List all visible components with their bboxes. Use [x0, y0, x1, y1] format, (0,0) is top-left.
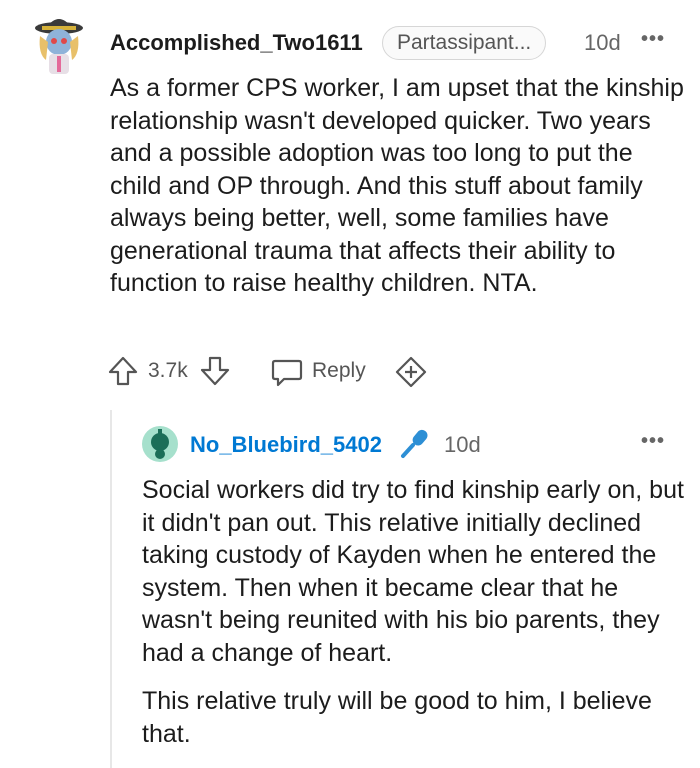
user-flair: Partassipant...	[382, 26, 547, 60]
reply-timestamp: 10d	[444, 432, 481, 457]
comment-actions: 3.7k Reply	[106, 352, 666, 392]
reply-paragraph: This relative truly will be good to him,…	[142, 687, 652, 748]
downvote-icon[interactable]	[198, 354, 232, 388]
thread-line[interactable]	[110, 410, 112, 768]
vote-count: 3.7k	[148, 359, 188, 382]
reply-paragraph: Social workers did try to find kinship e…	[142, 476, 684, 667]
upvote-icon[interactable]	[106, 354, 140, 388]
more-icon[interactable]: •••	[641, 28, 665, 51]
comment-body: As a former CPS worker, I am upset that …	[110, 74, 684, 297]
microphone-icon	[401, 429, 428, 458]
reply-icon[interactable]	[270, 355, 304, 389]
award-icon[interactable]	[394, 355, 428, 389]
user-avatar[interactable]	[32, 14, 86, 76]
reply-avatar[interactable]	[142, 426, 178, 462]
comment-timestamp: 10d	[584, 30, 621, 55]
reply-more-icon[interactable]: •••	[641, 430, 665, 453]
reply-author[interactable]: No_Bluebird_5402	[190, 432, 382, 458]
reply-button[interactable]: Reply	[312, 359, 366, 383]
comment-author[interactable]: Accomplished_Two1611	[110, 30, 363, 56]
reply-body: Social workers did try to find kinship e…	[142, 474, 687, 766]
